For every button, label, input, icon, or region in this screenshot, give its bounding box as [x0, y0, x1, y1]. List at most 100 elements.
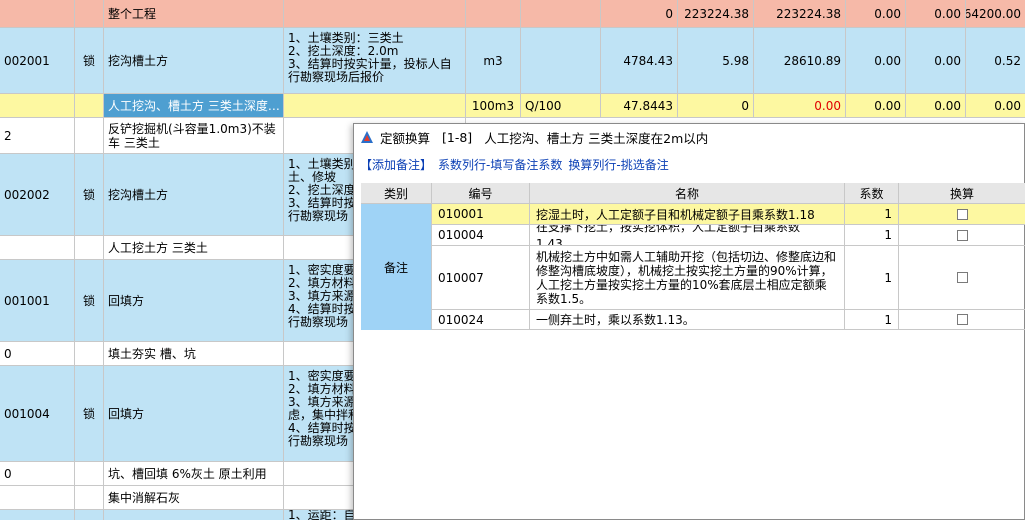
row-lock: 锁 [75, 28, 104, 93]
note-code: 010007 [432, 246, 530, 309]
row-lock: 锁 [75, 366, 104, 461]
row-quantity-expr [521, 0, 601, 27]
dialog-title-bar[interactable]: 定额换算 [1-8] 人工挖沟、槽土方 三类土深度在2m以内 [354, 124, 1024, 150]
note-row[interactable]: 010004 在支撑下挖土，按实挖体积，人工定额子目乘系数1.43。 1 [432, 225, 1025, 246]
row-unit-price: 5.98 [678, 28, 754, 93]
row-value-6: 0.00 [994, 98, 1021, 113]
row-quantity: 0 [601, 0, 678, 27]
swap-checkbox[interactable] [956, 208, 968, 220]
row-total: 223224.38 [754, 0, 846, 27]
row-value-5: 0.00 [906, 0, 966, 27]
row-code: 001004 [0, 366, 75, 461]
app-icon [361, 131, 373, 143]
row-lock [75, 118, 104, 153]
row-quantity: 47.8443 [601, 94, 678, 117]
note-name: 一侧弃土时，乘以系数1.13。 [530, 310, 845, 329]
swap-checkbox[interactable] [956, 314, 968, 325]
category-cell: 备注 [361, 204, 432, 330]
swap-checkbox[interactable] [956, 272, 968, 283]
row-code: 001001 [0, 260, 75, 341]
row-quantity: 4784.43 [601, 28, 678, 93]
row-code: 2 [0, 118, 75, 153]
row-unit [466, 0, 521, 27]
row-lock [75, 94, 104, 117]
note-row[interactable]: 010024 一侧弃土时，乘以系数1.13。 1 [432, 310, 1025, 330]
row-value-5: 0.00 [906, 28, 966, 93]
row-value-6: 0.52 [994, 53, 1021, 68]
dialog-title-desc: 人工挖沟、槽土方 三类土深度在2m以内 [484, 130, 709, 146]
row-name[interactable]: 人工挖沟、槽土方 三类土深度… [104, 94, 284, 117]
row-name: 挖沟槽土方 [104, 154, 284, 235]
note-swap-cell [899, 310, 1025, 329]
row-lock [75, 510, 104, 520]
row-lock: 锁 [75, 154, 104, 235]
note-coef[interactable]: 1 [845, 246, 899, 309]
note-code: 010001 [432, 204, 530, 224]
note-swap-cell [899, 225, 1025, 245]
swap-checkbox[interactable] [956, 229, 968, 241]
note-swap-cell [899, 246, 1025, 309]
row-name: 人工挖土方 三类土 [104, 236, 284, 259]
row-name: 坑、槽回填 6%灰土 原土利用 [104, 462, 284, 485]
row-lock [75, 486, 104, 509]
note-code: 010004 [432, 225, 530, 245]
row-value-4: 0.00 [846, 28, 906, 93]
row-code: 002002 [0, 154, 75, 235]
col-header-swap: 换算 [899, 183, 1025, 204]
dialog-title-code: [1-8] [442, 129, 473, 145]
table-row[interactable]: 人工挖沟、槽土方 三类土深度… 100m3 Q/100 47.8443 0 0.… [0, 94, 1025, 118]
quota-conversion-dialog[interactable]: 定额换算 [1-8] 人工挖沟、槽土方 三类土深度在2m以内 【添加备注】 系数列… [353, 123, 1025, 520]
table-row[interactable]: 002001 锁 挖沟槽土方 1、土壤类别：三类土 2、挖土深度：2.0m 3、… [0, 28, 1025, 94]
note-row[interactable]: 010001 挖湿土时，人工定额子目和机械定额子目乘系数1.18 1 [432, 204, 1025, 225]
row-name: 回填方 [104, 260, 284, 341]
row-unit: 100m3 [466, 94, 521, 117]
col-header-name: 名称 [530, 183, 845, 204]
row-name: 反铲挖掘机(斗容量1.0m3)不装车 三类土 [104, 118, 284, 153]
row-quantity-expr: Q/100 [521, 94, 601, 117]
note-coef[interactable]: 1 [845, 204, 899, 224]
row-value-5: 0.00 [906, 94, 966, 117]
note-coef[interactable]: 1 [845, 225, 899, 245]
row-value-4: 0.00 [846, 0, 906, 27]
col-header-type: 类别 [361, 183, 432, 204]
row-lock [75, 0, 104, 27]
row-code [0, 0, 75, 27]
coef-column-link[interactable]: 系数列行-填写备注系数 [438, 158, 562, 172]
row-code: 0 [0, 342, 75, 365]
col-header-coef: 系数 [845, 183, 899, 204]
table-row[interactable]: 整个工程 0 223224.38 223224.38 0.00 0.00 642… [0, 0, 1025, 28]
row-total: 28610.89 [754, 28, 846, 93]
col-header-code: 编号 [432, 183, 530, 204]
row-code: 0 [0, 462, 75, 485]
row-code [0, 94, 75, 117]
row-value-6: 64200.00 [966, 6, 1021, 21]
note-row[interactable]: 010007 机械挖土方中如需人工辅助开挖（包括切边、修整底边和修整沟槽底坡度）… [432, 246, 1025, 310]
row-lock [75, 462, 104, 485]
row-name: 整个工程 [104, 0, 284, 27]
row-name: 集中消解石灰 [104, 486, 284, 509]
note-swap-cell [899, 204, 1025, 224]
dialog-title: 定额换算 [380, 130, 431, 146]
row-unit: m3 [466, 28, 521, 93]
row-code [0, 510, 75, 520]
row-lock [75, 342, 104, 365]
row-desc [284, 0, 466, 27]
swap-column-link[interactable]: 换算列行-挑选备注 [568, 158, 668, 172]
row-name: 回填方 [104, 366, 284, 461]
row-code [0, 236, 75, 259]
row-desc [284, 94, 466, 117]
row-unit-price: 223224.38 [678, 0, 754, 27]
add-note-link[interactable]: 【添加备注】 [360, 158, 432, 172]
row-code [0, 486, 75, 509]
note-coef[interactable]: 1 [845, 310, 899, 329]
row-total: 0.00 [754, 94, 846, 117]
row-name [104, 510, 284, 520]
row-unit-price: 0 [678, 94, 754, 117]
dialog-action-links: 【添加备注】 系数列行-填写备注系数 换算列行-挑选备注 [360, 156, 675, 173]
note-name: 机械挖土方中如需人工辅助开挖（包括切边、修整底边和修整沟槽底坡度），机械挖土按实… [530, 246, 845, 309]
row-value-4: 0.00 [846, 94, 906, 117]
row-desc: 1、土壤类别：三类土 2、挖土深度：2.0m 3、结算时按实计量，投标人自行勘察… [284, 28, 466, 93]
note-name: 在支撑下挖土，按实挖体积，人工定额子目乘系数1.43。 [530, 225, 845, 245]
row-quantity-expr [521, 28, 601, 93]
note-code: 010024 [432, 310, 530, 329]
